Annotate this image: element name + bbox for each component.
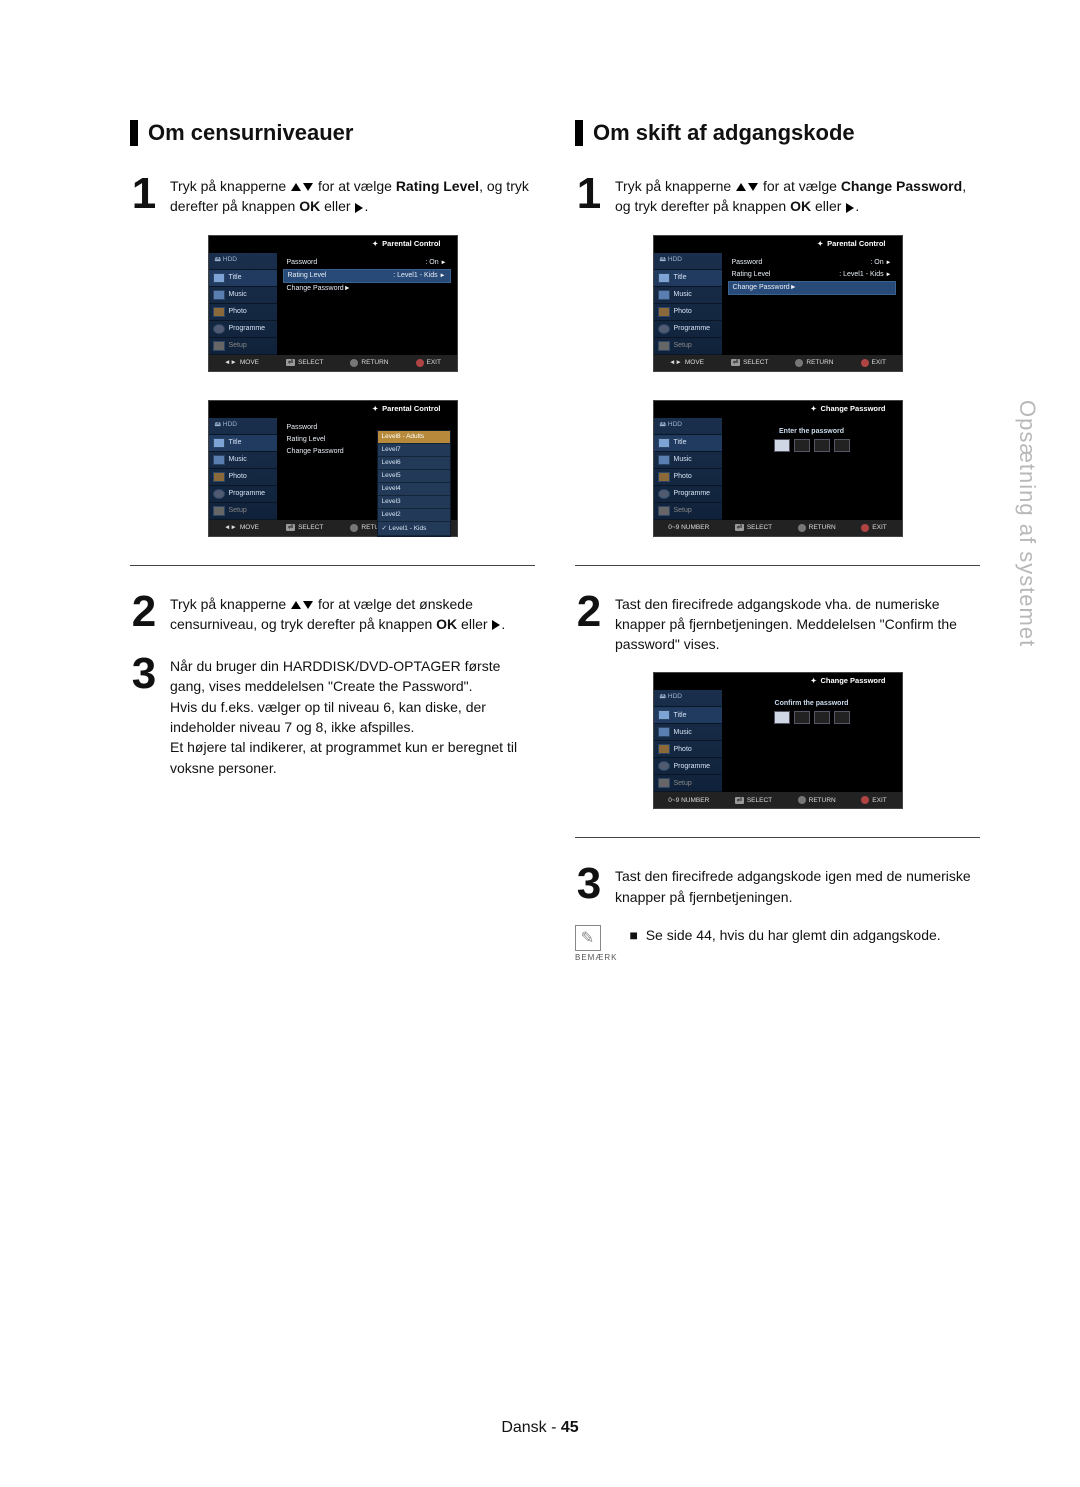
note-block: ✎ BEMÆRK ■ Se side 44, hvis du har glemt…: [575, 925, 980, 962]
osd-enter-password: Change Password 🖴 HDD Title Music Photo …: [653, 400, 903, 537]
left-step-1: 1 Tryk på knapperne for at vælge Rating …: [130, 172, 535, 217]
arrow-down-icon: [303, 183, 313, 191]
level-option: Level6: [378, 457, 450, 470]
password-prompt: Confirm the password: [728, 700, 896, 707]
right-step-1: 1 Tryk på knapperne for at vælge Change …: [575, 172, 980, 217]
osd-menu-music: Music: [209, 287, 277, 304]
level-option: Level3: [378, 496, 450, 509]
osd-menu-setup: Setup: [209, 338, 277, 355]
text: for at vælge: [314, 178, 396, 194]
note-body: Se side 44, hvis du har glemt din adgang…: [646, 927, 941, 943]
step-number: 3: [130, 652, 158, 778]
osd-menu-photo: Photo: [209, 304, 277, 321]
arrow-right-icon: [846, 203, 854, 213]
osd-footer: ◄►MOVE ⏎SELECT RETURN EXIT: [209, 355, 457, 371]
arrow-right-icon: [355, 203, 363, 213]
content-columns: Om censurniveauer 1 Tryk på knapperne fo…: [130, 120, 980, 962]
level-option: ✓ Level1 - Kids: [378, 522, 450, 536]
osd-title: Parental Control: [209, 236, 457, 253]
osd-sidebar: 🖴 HDD Title Music Photo Programme Setup: [209, 253, 277, 355]
side-section-label: Opsætning af systemet: [1014, 400, 1040, 647]
osd-hdd-label: 🖴 HDD: [209, 253, 277, 270]
note-label: BEMÆRK: [575, 953, 617, 962]
osd-title: Parental Control: [209, 401, 457, 418]
text: eller: [320, 198, 354, 214]
step-text: Når du bruger din HARDDISK/DVD-OPTAGER f…: [170, 652, 535, 778]
level-option: Level4: [378, 483, 450, 496]
step-number: 1: [130, 172, 158, 217]
level-option: Level5: [378, 470, 450, 483]
level-option: Level2: [378, 509, 450, 522]
step-number: 3: [575, 862, 603, 907]
step-number: 2: [575, 590, 603, 655]
osd-parental-rating-highlight: Parental Control 🖴 HDD Title Music Photo…: [208, 235, 458, 372]
step-text: Tast den firecifrede adgangskode vha. de…: [615, 590, 980, 655]
step-number: 1: [575, 172, 603, 217]
osd-main: Password: On ► Rating Level: Level1 - Ki…: [277, 253, 457, 355]
step-text: Tryk på knapperne for at vælge Rating Le…: [170, 172, 535, 217]
footer-page: 45: [561, 1419, 579, 1436]
arrow-down-icon: [748, 183, 758, 191]
divider: [130, 565, 535, 566]
footer-lang: Dansk: [501, 1419, 546, 1436]
level-option: Level7: [378, 444, 450, 457]
step-text: Tast den firecifrede adgangskode igen me…: [615, 862, 980, 907]
osd-title: Parental Control: [654, 236, 902, 253]
password-boxes: [728, 439, 896, 452]
arrow-up-icon: [291, 601, 301, 609]
section-head-right: Om skift af adgangskode: [575, 120, 980, 146]
osd-title: Change Password: [654, 673, 902, 690]
osd-menu-title: Title: [209, 270, 277, 287]
section-mark-icon: [130, 120, 138, 146]
step-text: Tryk på knapperne for at vælge Change Pa…: [615, 172, 980, 217]
page-footer: Dansk - 45: [0, 1419, 1080, 1437]
footer-sep: -: [547, 1419, 561, 1436]
text: Tryk på knapperne: [170, 178, 290, 194]
right-column: Om skift af adgangskode 1 Tryk på knappe…: [575, 120, 980, 962]
osd-parental-level-dropdown: Parental Control 🖴 HDD Title Music Photo…: [208, 400, 458, 537]
note-icon: ✎: [575, 925, 601, 951]
section-title-left: Om censurniveauer: [148, 120, 353, 146]
osd-change-password-highlight: Parental Control 🖴 HDD Title Music Photo…: [653, 235, 903, 372]
osd-level-dropdown: Level8 - Adults Level7 Level6 Level5 Lev…: [377, 430, 451, 537]
arrow-up-icon: [291, 183, 301, 191]
password-prompt: Enter the password: [728, 428, 896, 435]
arrow-up-icon: [736, 183, 746, 191]
arrow-down-icon: [303, 601, 313, 609]
step-number: 2: [130, 590, 158, 635]
osd-title: Change Password: [654, 401, 902, 418]
password-boxes: [728, 711, 896, 724]
section-mark-icon: [575, 120, 583, 146]
divider: [575, 837, 980, 838]
left-step-3: 3 Når du bruger din HARDDISK/DVD-OPTAGER…: [130, 652, 535, 778]
bullet-icon: ■: [629, 927, 637, 943]
section-title-right: Om skift af adgangskode: [593, 120, 855, 146]
osd-confirm-password: Change Password 🖴 HDD Title Music Photo …: [653, 672, 903, 809]
note-text: ■ Se side 44, hvis du har glemt din adga…: [629, 925, 940, 945]
osd-menu-programme: Programme: [209, 321, 277, 338]
section-head-left: Om censurniveauer: [130, 120, 535, 146]
level-option: Level8 - Adults: [378, 431, 450, 444]
step-text: Tryk på knapperne for at vælge det ønske…: [170, 590, 535, 635]
bold-text: Rating Level: [396, 178, 479, 194]
bold-text: OK: [299, 198, 320, 214]
arrow-right-icon: [492, 620, 500, 630]
right-step-2: 2 Tast den firecifrede adgangskode vha. …: [575, 590, 980, 655]
left-column: Om censurniveauer 1 Tryk på knapperne fo…: [130, 120, 535, 962]
left-step-2: 2 Tryk på knapperne for at vælge det øns…: [130, 590, 535, 635]
note-icon-wrap: ✎ BEMÆRK: [575, 925, 617, 962]
right-step-3: 3 Tast den firecifrede adgangskode igen …: [575, 862, 980, 907]
divider: [575, 565, 980, 566]
